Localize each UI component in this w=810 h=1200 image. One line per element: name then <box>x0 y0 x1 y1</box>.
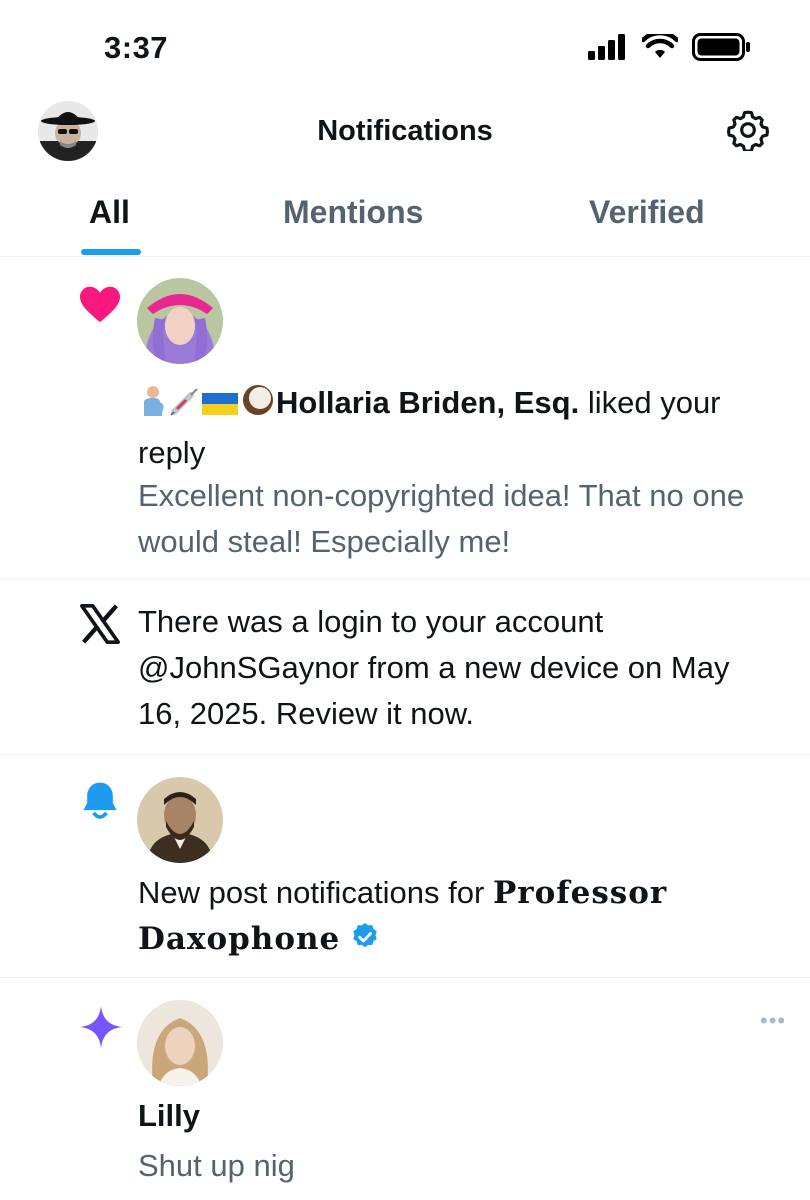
tab-verified[interactable]: Verified <box>589 194 705 231</box>
notification-item-post-subscription[interactable]: New post notifications for Professor Dax… <box>0 755 810 978</box>
avatar[interactable] <box>137 1000 223 1086</box>
x-logo-icon <box>80 604 120 644</box>
battery-icon <box>692 33 750 61</box>
status-time: 3:37 <box>104 30 169 65</box>
reply-preview: Excellent non-copyrighted idea! That no … <box>138 478 745 559</box>
gear-icon[interactable] <box>727 109 769 151</box>
wifi-icon <box>642 34 678 58</box>
verified-badge-icon <box>353 923 377 948</box>
pregnant-man-emoji <box>138 384 168 430</box>
signal-icon <box>588 34 625 60</box>
notification-item-login[interactable]: There was a login to your account @JohnS… <box>0 580 810 755</box>
tab-bar: All Mentions Verified <box>0 180 810 257</box>
status-icons <box>588 33 752 61</box>
avatar[interactable] <box>137 278 223 364</box>
notification-text: Hollaria Briden, Esq. liked your reply <box>138 380 780 476</box>
post-notification-label: New post notifications for <box>138 875 485 910</box>
notification-text: New post notifications for Professor Dax… <box>138 870 780 962</box>
notification-item-recommended[interactable]: ••• Lilly Shut up nig <box>0 978 810 1200</box>
notification-text: There was a login to your account @JohnS… <box>138 604 730 731</box>
user-name[interactable]: Lilly <box>138 1093 780 1139</box>
page-title: Notifications <box>317 115 493 147</box>
tab-mentions[interactable]: Mentions <box>283 194 423 231</box>
user-name[interactable]: Hollaria Briden, Esq. <box>276 385 579 420</box>
post-preview: Shut up nig <box>138 1148 295 1183</box>
notification-item-like[interactable]: Hollaria Briden, Esq. liked your reply E… <box>0 257 810 580</box>
header: Notifications <box>0 95 810 175</box>
heart-icon <box>80 286 120 323</box>
ukraine-flag-emoji <box>200 384 240 430</box>
sparkle-icon <box>79 1005 123 1049</box>
coconut-emoji <box>240 383 276 430</box>
tab-all[interactable]: All <box>89 194 130 231</box>
bell-icon <box>83 782 117 819</box>
syringe-emoji <box>168 384 200 430</box>
more-options-button[interactable]: ••• <box>760 1008 786 1034</box>
active-tab-indicator <box>81 249 141 255</box>
avatar[interactable] <box>137 777 223 863</box>
status-bar: 3:37 <box>0 0 810 95</box>
